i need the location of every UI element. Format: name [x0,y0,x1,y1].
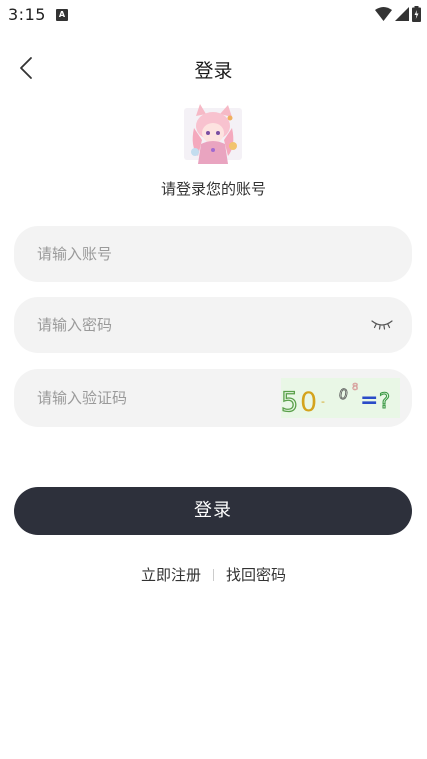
captcha-text: 50-0=? [400,378,401,379]
account-field-container [14,226,412,282]
status-time: 3:15 [8,5,46,24]
wifi-icon [375,7,392,21]
signal-icon [395,7,409,21]
svg-text:0: 0 [300,387,317,418]
login-subtitle: 请登录您的账号 [160,180,266,198]
svg-text:-: - [321,395,325,408]
captcha-input[interactable] [14,369,284,427]
register-link[interactable]: 立即注册 [141,564,201,585]
page-title: 登录 [194,60,233,82]
avatar [180,102,246,166]
password-input[interactable] [14,297,412,353]
password-visibility-toggle[interactable] [370,316,394,332]
svg-text:8: 8 [352,382,358,393]
a-icon: A [56,9,68,21]
svg-text:?: ? [379,389,390,413]
forgot-password-link[interactable]: 找回密码 [226,564,286,585]
account-input[interactable] [14,226,412,282]
status-icons [375,6,421,22]
login-button[interactable]: 登录 [14,487,412,535]
link-divider [213,568,214,581]
captcha-image[interactable]: 5 0 - 0 8 = ? 50-0=? [280,378,401,419]
password-field-container [14,297,412,353]
svg-text:=: = [360,388,378,413]
svg-text:5: 5 [281,387,298,418]
nav-bar: 登录 [0,50,427,86]
secondary-links: 立即注册 找回密码 [0,564,427,585]
eye-closed-icon [371,320,393,330]
battery-icon [412,6,421,22]
status-bar: 3:15 A [0,0,427,30]
svg-text:0: 0 [337,386,349,404]
captcha-field-container: 5 0 - 0 8 = ? 50-0=? [14,369,412,427]
